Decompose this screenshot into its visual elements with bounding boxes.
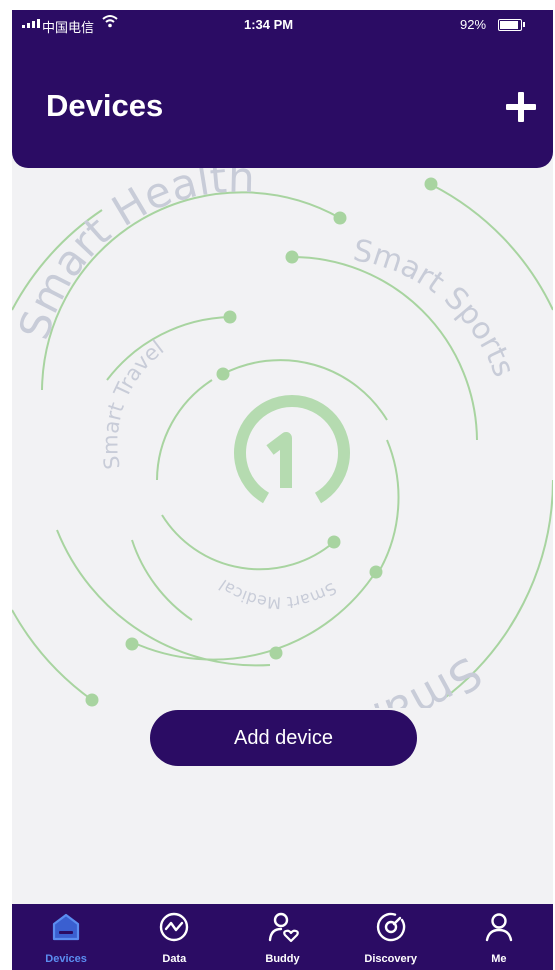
status-time: 1:34 PM (244, 17, 294, 32)
app-frame: 中国电信 1:34 PM 92% Devices Smart Health Sm… (12, 10, 553, 970)
ecosystem-labels: Smart Health Smart Sports Smart Travel S… (12, 168, 521, 708)
compass-icon (376, 912, 405, 942)
label-smart-medical-text: Smart Medical (215, 576, 339, 613)
label-smart-bottom-text: Smart (345, 646, 491, 708)
page-title: Devices (46, 88, 164, 123)
carrier-label: 中国电信 (42, 20, 95, 35)
buddy-icon (268, 912, 299, 943)
tab-discovery[interactable]: Discovery (337, 904, 445, 970)
add-device-button[interactable]: Add device (150, 710, 417, 766)
tab-me[interactable]: Me (445, 904, 553, 970)
label-smart-bottom: Smart (345, 646, 491, 708)
tab-data[interactable]: Data (120, 904, 228, 970)
bottom-tab-bar: Devices Data Buddy Discovery Me (12, 904, 553, 970)
header: 中国电信 1:34 PM 92% Devices (12, 10, 553, 168)
signal-icon (22, 19, 40, 28)
chart-icon (160, 912, 189, 942)
tab-me-label: Me (491, 953, 507, 965)
label-smart-travel-text: Smart Travel (98, 336, 168, 471)
wifi-icon (102, 14, 118, 31)
tab-devices-label: Devices (45, 953, 87, 965)
status-bar: 中国电信 1:34 PM 92% (12, 10, 553, 42)
tab-buddy[interactable]: Buddy (228, 904, 336, 970)
tab-buddy-label: Buddy (265, 953, 300, 965)
tab-data-label: Data (162, 953, 187, 965)
label-smart-sports: Smart Sports (351, 233, 522, 381)
battery-fill (500, 21, 519, 29)
smart-ecosystem-illustration: Smart Health Smart Sports Smart Travel S… (12, 168, 553, 708)
battery-icon (498, 19, 522, 31)
label-smart-travel: Smart Travel (98, 336, 168, 471)
label-smart-sports-text: Smart Sports (351, 233, 522, 381)
tab-devices[interactable]: Devices (12, 904, 120, 970)
tab-discovery-label: Discovery (364, 953, 417, 965)
home-icon (52, 913, 80, 941)
person-icon (485, 913, 513, 942)
plus-icon[interactable] (506, 92, 536, 122)
battery-percent: 92% (460, 17, 487, 32)
label-smart-medical: Smart Medical (215, 576, 339, 613)
one-logo-icon (234, 394, 350, 504)
battery-cap (523, 22, 525, 27)
